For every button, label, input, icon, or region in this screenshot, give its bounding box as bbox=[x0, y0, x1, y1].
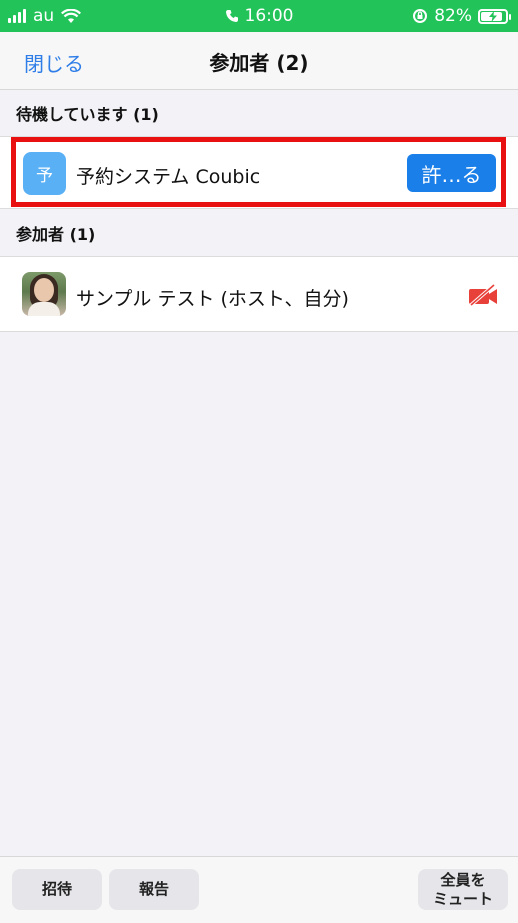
avatar: 予 bbox=[23, 152, 66, 195]
status-left: au bbox=[8, 0, 82, 32]
invite-button[interactable]: 招待 bbox=[12, 869, 102, 910]
mute-all-button[interactable]: 全員を ミュート bbox=[418, 869, 508, 910]
status-right: 82% bbox=[412, 0, 511, 32]
wifi-icon bbox=[61, 8, 82, 23]
battery-percent: 82% bbox=[434, 6, 472, 26]
mute-all-label-line2: ミュート bbox=[432, 889, 493, 908]
carrier-label: au bbox=[33, 6, 55, 26]
report-button[interactable]: 報告 bbox=[109, 869, 199, 910]
participants-section-header: 参加者 (1) bbox=[0, 210, 518, 256]
participant-name: サンプル テスト (ホスト、自分) bbox=[76, 288, 349, 310]
orientation-lock-icon bbox=[413, 9, 428, 23]
admit-button[interactable]: 許…る bbox=[407, 154, 496, 192]
battery-icon bbox=[478, 8, 511, 24]
participant-list-item[interactable]: サンプル テスト (ホスト、自分) bbox=[0, 256, 518, 332]
clock: 16:00 bbox=[244, 6, 294, 26]
waiting-participant-name: 予約システム Coubic bbox=[76, 166, 261, 188]
video-off-icon[interactable] bbox=[467, 284, 499, 306]
waiting-section-header: 待機しています (1) bbox=[0, 90, 518, 136]
status-bar: au 16:00 82% bbox=[0, 0, 518, 32]
waiting-list-item[interactable]: 予 予約システム Coubic 許…る bbox=[0, 136, 518, 209]
mute-all-label-line1: 全員を bbox=[440, 870, 486, 889]
signal-icon bbox=[8, 9, 26, 23]
bottom-toolbar: 招待 報告 全員を ミュート bbox=[0, 856, 518, 923]
nav-bar: 閉じる 参加者 (2) bbox=[0, 32, 518, 90]
page-title: 参加者 (2) bbox=[209, 51, 309, 75]
avatar bbox=[22, 272, 66, 316]
phone-icon bbox=[225, 10, 238, 22]
